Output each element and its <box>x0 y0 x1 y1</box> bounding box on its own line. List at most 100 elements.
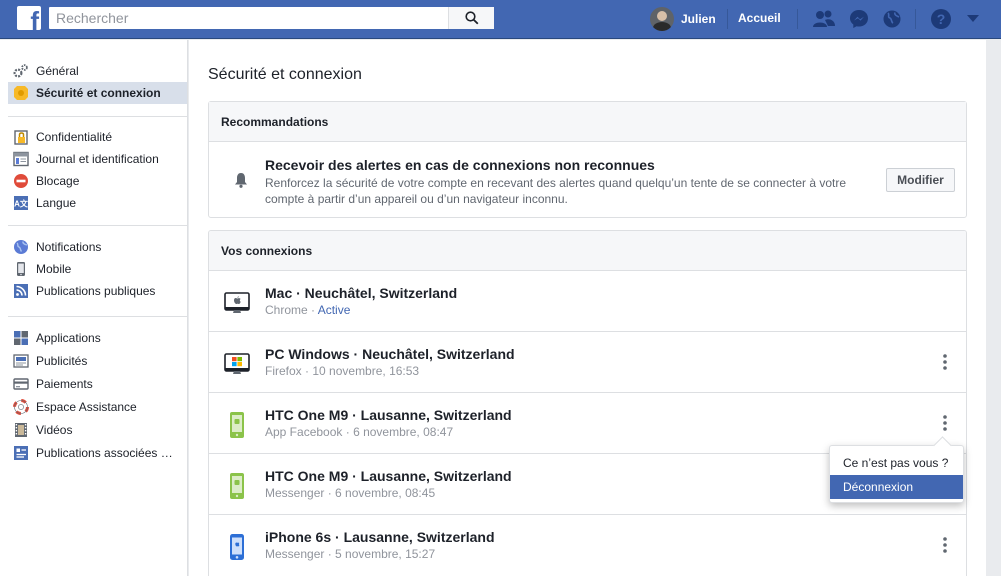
sidebar-item-linked-posts[interactable]: Publications associées … <box>8 441 187 464</box>
sidebar-item-label: Notifications <box>36 240 102 254</box>
sidebar-item-ads[interactable]: Publicités <box>8 349 187 372</box>
session-app: App Facebook <box>265 425 343 439</box>
windows-pc-device-icon <box>223 350 251 378</box>
session-details: Messenger · 6 novembre, 08:45 <box>265 486 435 500</box>
lifebuoy-icon <box>13 398 29 415</box>
top-bar: f Julien Accueil ? <box>0 0 1001 39</box>
session-separator: · <box>301 364 313 378</box>
badge-icon <box>13 85 29 101</box>
profile-name: Julien <box>681 12 716 26</box>
bell-icon <box>234 172 248 191</box>
home-link[interactable]: Accueil <box>738 11 781 25</box>
help-icon[interactable]: ? <box>929 8 953 30</box>
language-icon: A文 <box>13 195 29 211</box>
session-details: Messenger · 5 novembre, 15:27 <box>265 547 435 561</box>
sidebar-group: Général Sécurité et connexion <box>8 60 187 104</box>
session-details: Firefox · 10 novembre, 16:53 <box>265 364 419 378</box>
sidebar-item-videos[interactable]: Vidéos <box>8 418 187 441</box>
modify-button[interactable]: Modifier <box>886 168 955 192</box>
film-icon <box>13 422 29 438</box>
sidebar-item-label: Langue <box>36 196 77 210</box>
sidebar-item-privacy[interactable]: Confidentialité <box>8 126 187 148</box>
gears-icon <box>13 63 29 79</box>
session-title: Mac · Neuchâtel, Switzerland <box>265 285 458 301</box>
avatar <box>650 7 674 31</box>
login-alerts-recommendation: Recevoir des alertes en cas de connexion… <box>209 142 966 217</box>
sidebar-item-label: Applications <box>36 330 101 345</box>
sidebar-item-applications[interactable]: Applications <box>8 326 187 349</box>
session-row: Mac · Neuchâtel, Switzerland Chrome · Ac… <box>209 271 966 332</box>
session-options-menu: Ce n’est pas vous ? Déconnexion <box>829 445 964 503</box>
session-app: Chrome <box>265 303 308 317</box>
lock-icon <box>13 129 29 145</box>
sidebar-item-mobile[interactable]: Mobile <box>8 258 187 280</box>
nav-divider <box>797 9 798 29</box>
mac-device-icon <box>223 289 251 317</box>
linked-posts-icon <box>13 445 29 461</box>
not-you-menu-item[interactable]: Ce n’est pas vous ? <box>830 451 963 475</box>
more-options-button[interactable] <box>935 352 955 372</box>
panel-header: Vos connexions <box>209 231 966 271</box>
sidebar-item-label: Confidentialité <box>36 130 113 144</box>
search-input[interactable] <box>49 7 449 29</box>
sidebar-item-label: Publicités <box>36 353 88 368</box>
settings-sidebar: Général Sécurité et connexion Confidenti… <box>0 40 188 576</box>
nav-divider <box>915 9 916 29</box>
sidebar-group: Confidentialité Journal et identificatio… <box>8 126 187 214</box>
session-details: App Facebook · 6 novembre, 08:47 <box>265 425 453 439</box>
sidebar-item-label: Blocage <box>36 174 80 188</box>
apps-icon <box>13 330 29 346</box>
session-title: PC Windows · Neuchâtel, Switzerland <box>265 346 515 362</box>
session-time: 5 novembre, 15:27 <box>335 547 436 561</box>
messenger-icon[interactable] <box>847 8 871 30</box>
sidebar-item-timeline[interactable]: Journal et identification <box>8 148 187 170</box>
session-separator: · <box>324 486 336 500</box>
sidebar-item-language[interactable]: A文 Langue <box>8 192 187 214</box>
sidebar-item-label: Vidéos <box>36 422 73 437</box>
sidebar-item-label: Espace Assistance <box>36 399 137 414</box>
friend-requests-icon[interactable] <box>812 8 836 30</box>
notifications-globe-icon[interactable] <box>880 8 904 30</box>
recommendations-panel: Recommandations Recevoir des alertes en … <box>208 101 967 218</box>
svg-text:A文: A文 <box>14 199 29 209</box>
sidebar-divider <box>8 316 187 317</box>
card-icon <box>13 376 29 392</box>
sidebar-item-label: Sécurité et connexion <box>36 86 161 100</box>
session-title: HTC One M9 · Lausanne, Switzerland <box>265 468 512 484</box>
sidebar-item-support[interactable]: Espace Assistance <box>8 395 187 418</box>
facebook-logo-icon[interactable]: f <box>17 6 41 30</box>
sidebar-item-payments[interactable]: Paiements <box>8 372 187 395</box>
session-separator: · <box>307 303 318 317</box>
sidebar-item-blocking[interactable]: Blocage <box>8 170 187 192</box>
chevron-down-icon[interactable] <box>961 8 985 30</box>
logout-menu-item[interactable]: Déconnexion <box>830 475 963 499</box>
session-time: 10 novembre, 16:53 <box>312 364 420 378</box>
page-title: Sécurité et connexion <box>208 66 362 83</box>
sidebar-item-general[interactable]: Général <box>8 60 187 82</box>
session-app: Firefox <box>265 364 302 378</box>
sidebar-divider <box>8 116 187 117</box>
session-status: Active <box>317 303 351 317</box>
sidebar-item-security[interactable]: Sécurité et connexion <box>8 82 187 104</box>
session-details: Chrome · Active <box>265 303 350 317</box>
sidebar-item-label: Publications publiques <box>36 284 156 298</box>
rss-icon <box>13 283 29 299</box>
session-row: PC Windows · Neuchâtel, Switzerland Fire… <box>209 332 966 393</box>
session-app: Messenger <box>265 486 325 500</box>
panel-header: Recommandations <box>209 102 966 142</box>
globe-icon <box>13 239 29 255</box>
search-button[interactable] <box>448 7 494 29</box>
iphone-device-icon <box>223 533 251 561</box>
sidebar-item-public-posts[interactable]: Publications publiques <box>8 280 187 302</box>
more-options-button[interactable] <box>935 413 955 433</box>
profile-link[interactable]: Julien <box>650 7 716 31</box>
more-vertical-icon <box>943 354 947 370</box>
sidebar-item-notifications[interactable]: Notifications <box>8 236 187 258</box>
more-options-button[interactable] <box>935 535 955 555</box>
ads-icon <box>13 353 29 369</box>
sidebar-group: Applications Publicités Paiements Espace… <box>8 326 187 464</box>
sidebar-item-label: Publications associées … <box>36 445 173 460</box>
session-time: 6 novembre, 08:47 <box>353 425 454 439</box>
session-separator: · <box>324 547 336 561</box>
more-vertical-icon <box>943 415 947 431</box>
